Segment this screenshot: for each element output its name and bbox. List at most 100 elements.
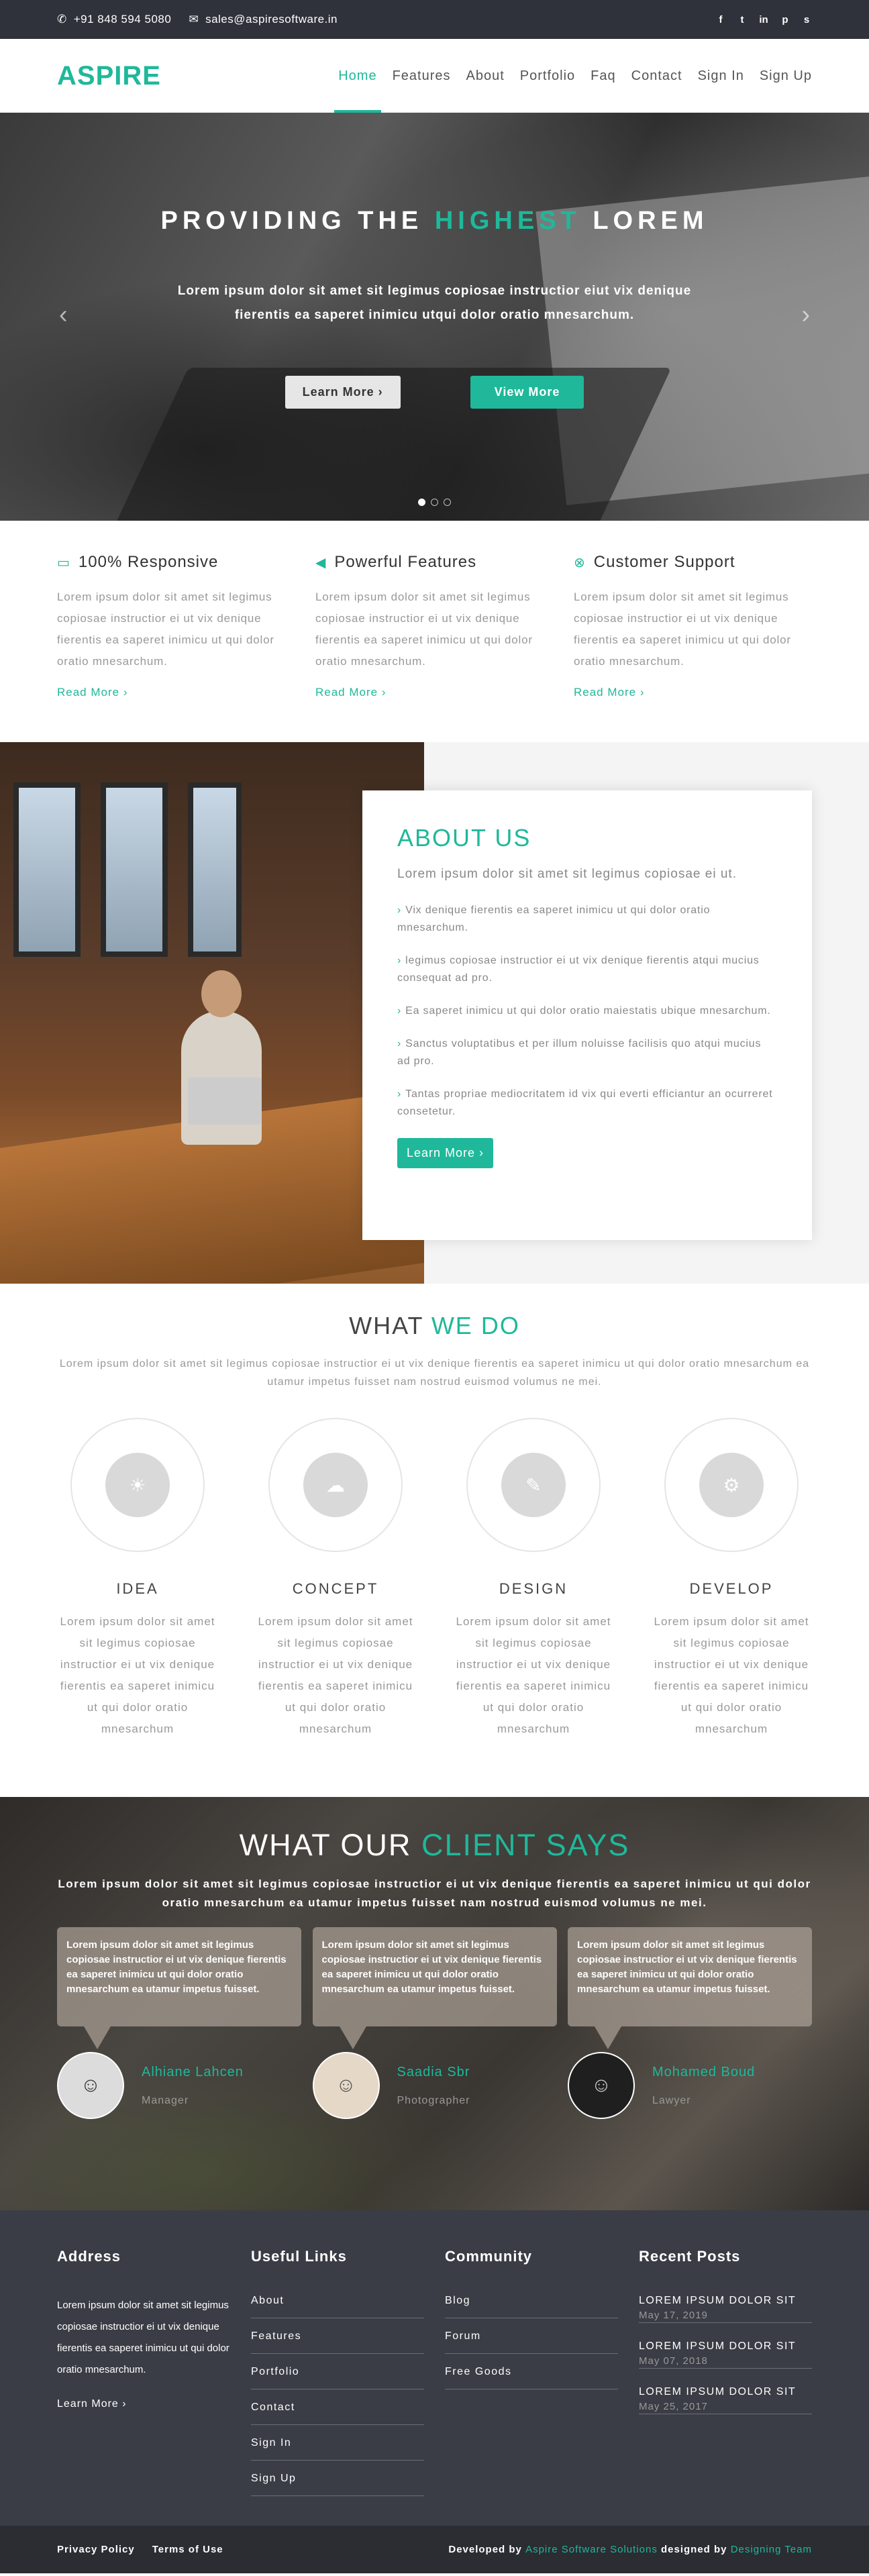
step-ring: ⚙ xyxy=(664,1418,799,1552)
feature-text: Lorem ipsum dolor sit amet sit legimus c… xyxy=(574,590,791,668)
caret-right-icon: › xyxy=(397,1088,402,1100)
testimonial-author: ☺ Saadia Sbr Photographer xyxy=(312,2052,557,2119)
nav-portfolio[interactable]: Portfolio xyxy=(520,39,575,113)
testimonial-author: ☺ Alhiane Lahcen Manager xyxy=(57,2052,301,2119)
bottom-bar: Privacy Policy Terms of Use Developed by… xyxy=(0,2526,869,2573)
step-develop: ⚙ DEVELOP Lorem ipsum dolor sit amet sit… xyxy=(651,1418,812,1740)
slider-dot[interactable] xyxy=(431,499,438,506)
footer-recent-posts: Recent Posts LOREM IPSUM DOLOR SIT May 1… xyxy=(639,2248,812,2508)
about-item-text: Vix denique fierentis ea saperet inimicu… xyxy=(397,905,711,933)
testimonials-intro: Lorem ipsum dolor sit amet sit legimus c… xyxy=(58,1877,811,1909)
phone-icon: ✆ xyxy=(57,13,67,25)
author-name: Mohamed Boud xyxy=(652,2064,756,2079)
address-text: Lorem ipsum dolor sit amet sit legimus c… xyxy=(57,2300,229,2375)
footer-link-about[interactable]: About xyxy=(251,2295,424,2318)
nav-faq[interactable]: Faq xyxy=(591,39,615,113)
footer: Address Lorem ipsum dolor sit amet sit l… xyxy=(0,2210,869,2526)
footer-address: Address Lorem ipsum dolor sit amet sit l… xyxy=(57,2248,230,2508)
footer-link-forum[interactable]: Forum xyxy=(445,2330,618,2354)
footer-link-sign-in[interactable]: Sign In xyxy=(251,2437,424,2461)
step-text: Lorem ipsum dolor sit amet sit legimus c… xyxy=(60,1615,215,1735)
recent-post[interactable]: LOREM IPSUM DOLOR SIT May 25, 2017 xyxy=(639,2386,812,2414)
pinterest-icon[interactable]: p xyxy=(780,14,790,25)
developer-link[interactable]: Aspire Software Solutions xyxy=(525,2544,658,2555)
magic-wand-icon: ✎ xyxy=(501,1453,566,1517)
about-list-item: › Vix denique fierentis ea saperet inimic… xyxy=(397,902,777,937)
hero-slider: PROVIDING THE HIGHEST LOREM Lorem ipsum … xyxy=(0,113,869,521)
facebook-icon[interactable]: f xyxy=(715,14,726,25)
recent-post[interactable]: LOREM IPSUM DOLOR SIT May 17, 2019 xyxy=(639,2295,812,2323)
person-head xyxy=(201,970,242,1017)
about-section: ABOUT US Lorem ipsum dolor sit amet sit … xyxy=(0,742,869,1284)
designer-link[interactable]: Designing Team xyxy=(731,2544,812,2555)
footer-link-free-goods[interactable]: Free Goods xyxy=(445,2366,618,2389)
terms-of-use-link[interactable]: Terms of Use xyxy=(152,2544,223,2555)
post-title: LOREM IPSUM DOLOR SIT xyxy=(639,2295,797,2306)
step-title: CONCEPT xyxy=(292,1580,379,1597)
testimonial-card: Lorem ipsum dolor sit amet sit legimus c… xyxy=(57,1927,301,2119)
laptop xyxy=(188,1078,262,1125)
footer-learn-more-link[interactable]: Learn More › xyxy=(57,2398,230,2410)
nav-sign-up[interactable]: Sign Up xyxy=(760,39,812,113)
slider-dot[interactable] xyxy=(418,499,425,506)
slider-dots xyxy=(0,499,869,506)
read-more-link[interactable]: Read More › xyxy=(315,686,554,699)
email-item[interactable]: ✉ sales@aspiresoftware.in xyxy=(189,13,338,26)
slider-prev-icon[interactable]: ‹ xyxy=(59,301,68,329)
window xyxy=(101,782,168,957)
about-learn-more-button[interactable]: Learn More › xyxy=(397,1138,494,1168)
title-pre: WHAT OUR xyxy=(239,1828,412,1862)
read-more-link[interactable]: Read More › xyxy=(57,686,295,699)
twitter-icon[interactable]: t xyxy=(737,14,748,25)
testimonials-title: WHAT OUR CLIENT SAYS xyxy=(57,1797,812,1863)
about-list-item: › Sanctus voluptatibus et per illum nolui… xyxy=(397,1035,777,1070)
caret-right-icon: › xyxy=(397,905,402,916)
footer-link-sign-up[interactable]: Sign Up xyxy=(251,2473,424,2496)
slider-next-icon[interactable]: › xyxy=(801,301,810,329)
about-item-text: Ea saperet inimicu ut qui dolor oratio m… xyxy=(405,1005,771,1017)
logo[interactable]: ASPIRE xyxy=(57,61,161,91)
footer-link-blog[interactable]: Blog xyxy=(445,2295,618,2318)
skype-icon[interactable]: s xyxy=(801,14,812,25)
nav-features[interactable]: Features xyxy=(393,39,451,113)
linkedin-icon[interactable]: in xyxy=(758,14,769,25)
testimonial-card: Lorem ipsum dolor sit amet sit legimus c… xyxy=(568,1927,812,2119)
privacy-policy-link[interactable]: Privacy Policy xyxy=(57,2544,135,2555)
about-list-item: › Ea saperet inimicu ut qui dolor oratio … xyxy=(397,1002,777,1020)
window xyxy=(13,782,81,957)
recent-post[interactable]: LOREM IPSUM DOLOR SIT May 07, 2018 xyxy=(639,2340,812,2369)
title-accent: WE DO xyxy=(431,1312,520,1339)
footer-heading: Useful Links xyxy=(251,2248,347,2265)
footer-heading: Recent Posts xyxy=(639,2248,741,2265)
what-we-do-intro: Lorem ipsum dolor sit amet sit legimus c… xyxy=(59,1358,810,1388)
nav-home[interactable]: Home xyxy=(334,39,381,113)
footer-link-contact[interactable]: Contact xyxy=(251,2402,424,2425)
window xyxy=(188,782,242,957)
bullhorn-icon: ◀ xyxy=(315,555,327,570)
nav-sign-in[interactable]: Sign In xyxy=(698,39,744,113)
read-more-link[interactable]: Read More › xyxy=(574,686,812,699)
feature-text: Lorem ipsum dolor sit amet sit legimus c… xyxy=(57,590,274,668)
nav-about[interactable]: About xyxy=(466,39,505,113)
step-design: ✎ DESIGN Lorem ipsum dolor sit amet sit … xyxy=(453,1418,614,1740)
about-card: ABOUT US Lorem ipsum dolor sit amet sit … xyxy=(362,790,812,1240)
step-title: DESIGN xyxy=(499,1580,568,1597)
footer-link-portfolio[interactable]: Portfolio xyxy=(251,2366,424,2389)
hero-learn-more-button[interactable]: Learn More › xyxy=(285,376,401,409)
hero-title-post: LOREM xyxy=(593,207,709,235)
feature-title: Powerful Features xyxy=(334,553,477,571)
step-concept: ☁ CONCEPT Lorem ipsum dolor sit amet sit… xyxy=(255,1418,416,1740)
nav-contact[interactable]: Contact xyxy=(631,39,682,113)
credit-text: designed by xyxy=(661,2544,727,2555)
about-item-text: Sanctus voluptatibus et per illum noluis… xyxy=(397,1038,762,1067)
step-ring: ✎ xyxy=(466,1418,601,1552)
footer-link-features[interactable]: Features xyxy=(251,2330,424,2354)
feature-heading: ⊗ Customer Support xyxy=(574,553,812,572)
feature-text: Lorem ipsum dolor sit amet sit legimus c… xyxy=(315,590,533,668)
slider-dot[interactable] xyxy=(444,499,451,506)
hero-view-more-button[interactable]: View More xyxy=(470,376,584,409)
about-list-item: › legimus copiosae instructior ei ut vix … xyxy=(397,952,777,987)
title-accent: CLIENT SAYS xyxy=(421,1828,630,1862)
gear-icon: ⚙ xyxy=(699,1453,764,1517)
phone-item[interactable]: ✆ +91 848 594 5080 xyxy=(57,13,171,26)
